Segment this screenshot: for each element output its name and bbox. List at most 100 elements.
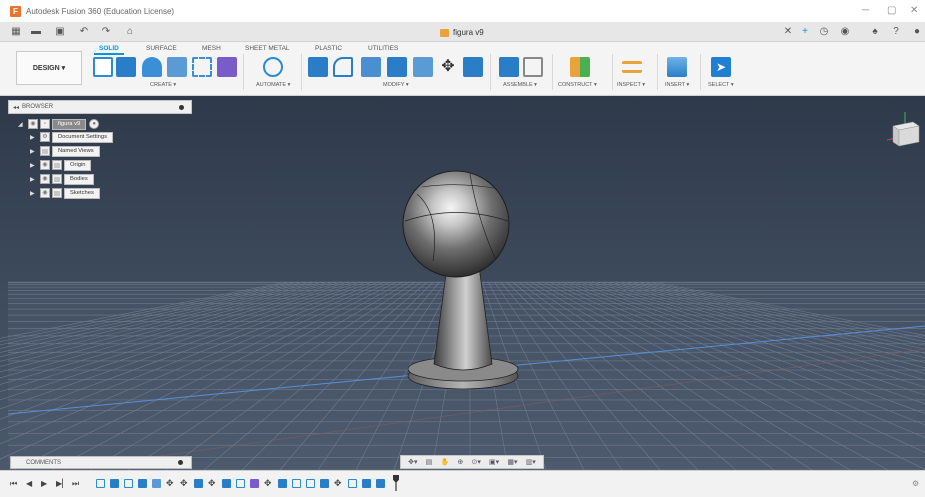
select-menu[interactable]: SELECT ▾ [708,82,734,88]
add-comment-icon[interactable] [178,460,183,465]
browser-item-origin[interactable]: ▶ ◉ Origin [30,159,92,171]
visibility-eye-icon[interactable]: ◉ [40,188,50,198]
undo-icon[interactable]: ↶ [78,26,90,37]
expand-arrow-icon[interactable]: ▶ [30,190,40,197]
timeline-feature-move[interactable]: ✥ [334,479,343,488]
timeline-feature-move[interactable]: ✥ [264,479,273,488]
3d-viewport[interactable]: ◂◂ BROWSER ◢ ◉ ▫ figura v9 ● ▶ ⚙ Documen… [0,96,925,470]
offset-plane-icon[interactable] [570,57,590,77]
notifications-icon[interactable]: ♠ [868,25,882,39]
browser-root-item[interactable]: ◢ ◉ ▫ figura v9 ● [18,118,101,130]
data-panel-icon[interactable]: ▦ [10,26,22,37]
timeline-feature-move[interactable]: ✥ [208,479,217,488]
timeline-feature-sketch[interactable] [124,479,133,488]
measure-icon[interactable] [622,61,642,73]
timeline-feature-mirror[interactable] [250,479,259,488]
pattern-icon[interactable] [192,57,212,77]
activate-radio-icon[interactable]: ● [89,119,100,129]
shell-icon[interactable] [387,57,407,77]
browser-item-sketches[interactable]: ▶ ◉ Sketches [30,187,100,199]
chamfer-icon[interactable] [361,57,381,77]
move-icon[interactable]: ✥ [438,57,458,77]
close-tab-icon[interactable]: ✕ [781,25,795,39]
tab-mesh[interactable]: MESH [202,45,221,52]
joint-icon[interactable] [523,57,543,77]
extrude-icon[interactable] [116,57,136,77]
visibility-eye-icon[interactable]: ◉ [28,119,38,129]
timeline-feature-sketch[interactable] [306,479,315,488]
insert-image-icon[interactable] [667,57,687,77]
timeline-feature-sketch[interactable] [236,479,245,488]
automate-icon[interactable] [263,57,283,77]
timeline-feature-extrude[interactable] [320,479,329,488]
step-forward-icon[interactable]: ▶▏ [56,479,68,488]
go-to-end-icon[interactable]: ⏭ [72,479,79,489]
align-icon[interactable] [463,57,483,77]
pan-icon[interactable]: ✋ [440,458,449,466]
timeline-feature-sketch[interactable] [292,479,301,488]
zoom-fit-icon[interactable]: ⊕ [457,458,463,466]
tab-surface[interactable]: SURFACE [146,45,177,52]
viewports-icon[interactable]: ▥▾ [526,458,536,466]
expand-arrow-icon[interactable]: ▶ [30,134,40,141]
timeline-feature-revolve[interactable] [152,479,161,488]
go-to-start-icon[interactable]: ⏮ [10,479,17,489]
create-sketch-icon[interactable] [93,57,113,77]
visibility-eye-icon[interactable]: ◉ [40,174,50,184]
timeline-settings-icon[interactable]: ⚙ [912,479,919,488]
new-component-icon[interactable] [499,57,519,77]
document-tab[interactable]: figura v9 [440,25,484,40]
tab-utilities[interactable]: UTILITIES [368,45,398,52]
save-icon[interactable]: ▣ [54,26,66,37]
insert-menu[interactable]: INSERT ▾ [665,82,689,88]
comments-panel[interactable]: COMMENTS [10,456,192,469]
job-status-icon[interactable]: ◷ [817,25,831,39]
fillet-icon[interactable] [333,57,353,77]
display-settings-icon[interactable]: ▣▾ [489,458,499,466]
browser-item-document-settings[interactable]: ▶ ⚙ Document Settings [30,131,113,143]
tab-sheet-metal[interactable]: SHEET METAL [245,45,290,52]
timeline-feature-combine[interactable] [194,479,203,488]
look-at-icon[interactable]: ▤ [426,458,433,466]
minimize-icon[interactable]: ─ [862,5,869,16]
home-icon[interactable]: ⌂ [124,26,136,37]
close-icon[interactable]: ✕ [910,5,918,16]
assemble-menu[interactable]: ASSEMBLE ▾ [503,82,537,88]
automate-menu[interactable]: AUTOMATE ▾ [256,82,290,88]
timeline-marker-icon[interactable] [393,475,399,491]
browser-item-named-views[interactable]: ▶ Named Views [30,145,100,157]
orbit-icon[interactable]: ✥▾ [408,458,417,466]
timeline-feature-sketch[interactable] [96,479,105,488]
timeline-feature-extrude[interactable] [278,479,287,488]
revolve-icon[interactable] [142,57,162,77]
select-icon[interactable]: ➤ [711,57,731,77]
combine-icon[interactable] [413,57,433,77]
grid-settings-icon[interactable]: ▦▾ [507,458,517,466]
timeline-feature-sketch[interactable] [348,479,357,488]
viewcube-icon[interactable] [885,110,923,150]
expand-arrow-icon[interactable]: ▶ [30,162,40,169]
timeline-feature-extrude[interactable] [376,479,385,488]
visibility-eye-icon[interactable]: ◉ [40,160,50,170]
step-back-icon[interactable]: ◀ [26,479,32,488]
tab-plastic[interactable]: PLASTIC [315,45,342,52]
zoom-icon[interactable]: ⊙▾ [471,458,480,466]
online-status-icon[interactable]: ◉ [838,25,852,39]
maximize-icon[interactable]: ▢ [887,5,896,16]
create-menu[interactable]: CREATE ▾ [150,82,176,88]
help-icon[interactable]: ? [889,25,903,39]
tab-solid[interactable]: SOLID [99,45,119,52]
timeline-feature-extrude[interactable] [138,479,147,488]
press-pull-icon[interactable] [308,57,328,77]
modify-menu[interactable]: MODIFY ▾ [383,82,409,88]
timeline-feature-move[interactable]: ✥ [180,479,189,488]
play-icon[interactable]: ▶ [41,479,47,488]
new-tab-icon[interactable]: + [798,25,812,39]
timeline-feature-extrude[interactable] [110,479,119,488]
hole-icon[interactable] [167,57,187,77]
redo-icon[interactable]: ↷ [100,26,112,37]
expand-arrow-icon[interactable]: ▶ [30,148,40,155]
mirror-icon[interactable] [217,57,237,77]
timeline-feature-move[interactable]: ✥ [166,479,175,488]
browser-item-bodies[interactable]: ▶ ◉ Bodies [30,173,94,185]
